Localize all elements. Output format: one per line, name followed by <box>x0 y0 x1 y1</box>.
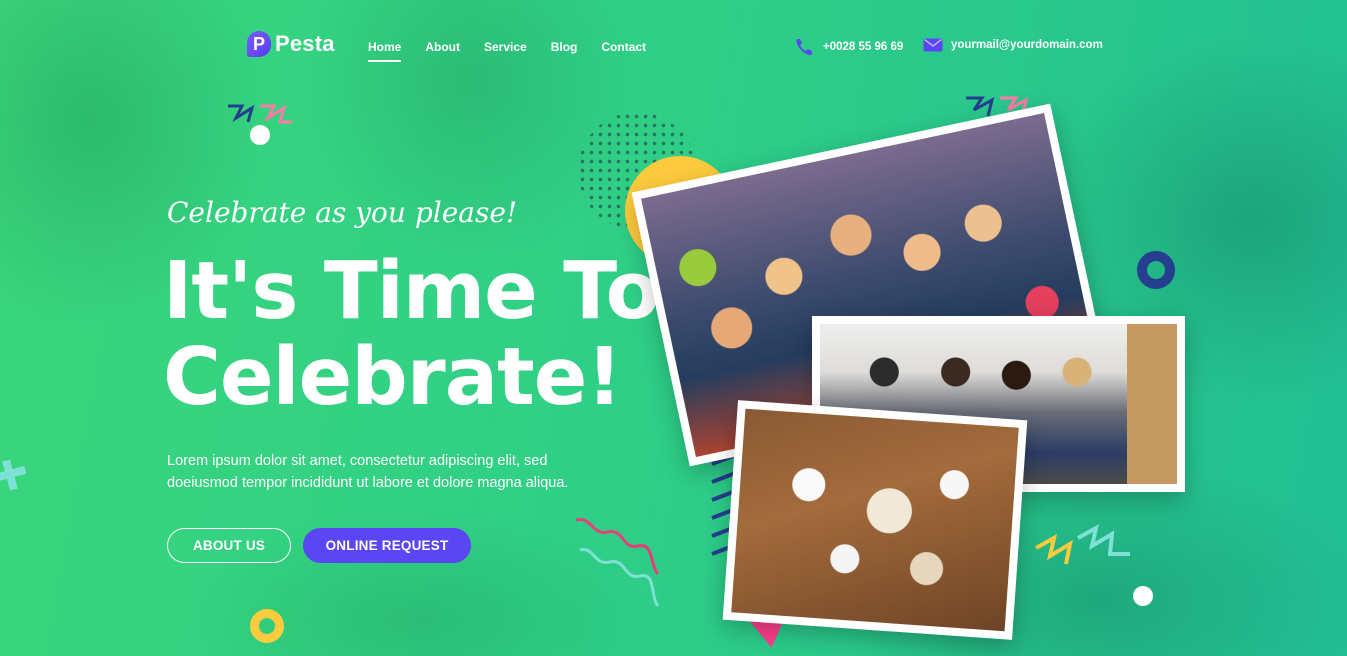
hero-tagline: Celebrate as you please! <box>167 196 518 229</box>
plus-decoration <box>0 459 27 491</box>
envelope-icon <box>923 38 943 52</box>
phone-number: +0028 55 96 69 <box>823 41 904 53</box>
contact-phone[interactable]: +0028 55 96 69 <box>795 38 903 56</box>
main-nav: Home About Service Blog Contact <box>368 40 646 62</box>
white-dot-decoration <box>1133 586 1153 606</box>
party-photo-image <box>731 408 1019 632</box>
phone-icon <box>796 39 812 56</box>
logo-icon: P <box>247 31 271 57</box>
brand-logo[interactable]: P Pesta <box>247 31 335 57</box>
contact-email[interactable]: yourmail@yourdomain.com <box>923 38 1103 52</box>
yellow-ring-decoration <box>250 609 284 643</box>
email-address: yourmail@yourdomain.com <box>951 39 1103 51</box>
online-request-button[interactable]: ONLINE REQUEST <box>303 528 471 563</box>
nav-item-contact[interactable]: Contact <box>601 40 646 62</box>
nav-item-blog[interactable]: Blog <box>551 40 578 62</box>
zigzag-decoration <box>1035 524 1130 565</box>
hero-headline: It's Time To Celebrate! <box>163 248 683 420</box>
squiggle-decoration <box>575 518 660 607</box>
nav-item-about[interactable]: About <box>425 40 460 62</box>
navy-ring-decoration <box>1137 251 1175 289</box>
hero-lead-text: Lorem ipsum dolor sit amet, consectetur … <box>167 453 569 491</box>
zigzag-decoration <box>228 104 292 124</box>
brand-name: Pesta <box>275 31 335 56</box>
hero-headline-line2: Celebrate! <box>163 331 622 423</box>
nav-item-home[interactable]: Home <box>368 40 402 62</box>
white-dot-decoration <box>250 125 270 145</box>
nav-item-service[interactable]: Service <box>484 40 527 62</box>
about-us-button[interactable]: ABOUT US <box>167 528 291 563</box>
party-photo-table <box>722 400 1028 640</box>
hero-headline-line1: It's Time To <box>163 245 660 337</box>
